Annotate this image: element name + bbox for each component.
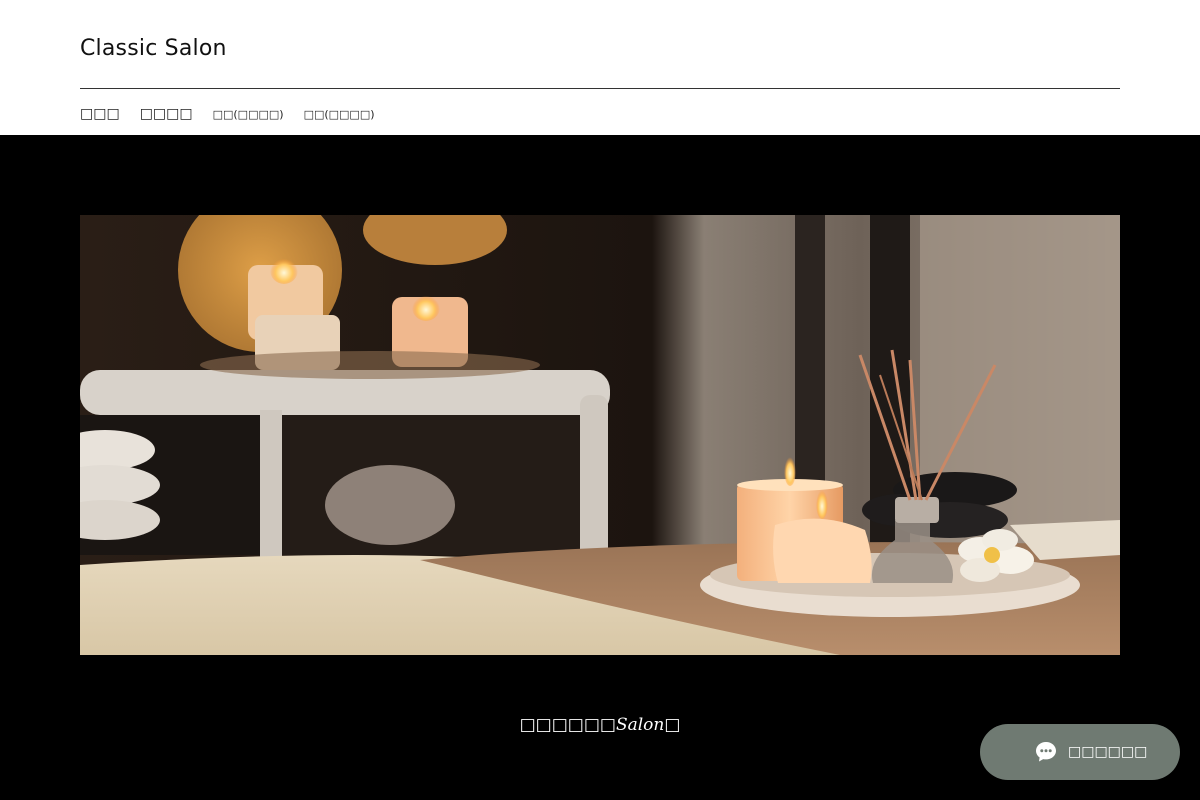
caption-script-word: Salon [615, 715, 665, 735]
chat-button[interactable]: □□□□□□ [980, 724, 1180, 780]
main-nav: □□□ □□□□ □□(□□□□) □□(□□□□) [80, 106, 395, 122]
nav-item-3[interactable]: □□(□□□□) [213, 108, 284, 121]
nav-item-1[interactable]: □□□ [80, 106, 120, 122]
caption-prefix: □□□□□□ [519, 715, 616, 735]
spa-candles-illustration [80, 215, 1120, 655]
hero-section: □□□□□□Salon□ [0, 135, 1200, 800]
caption-suffix: □ [664, 715, 681, 735]
header-divider [80, 88, 1120, 89]
chat-label: □□□□□□ [1068, 744, 1148, 760]
nav-item-4[interactable]: □□(□□□□) [304, 108, 375, 121]
site-header: Classic Salon □□□ □□□□ □□(□□□□) □□(□□□□) [0, 0, 1200, 135]
chat-bubble-icon [1034, 740, 1058, 764]
hero-image [80, 215, 1120, 655]
site-title[interactable]: Classic Salon [80, 36, 227, 61]
nav-item-2[interactable]: □□□□ [140, 106, 193, 122]
